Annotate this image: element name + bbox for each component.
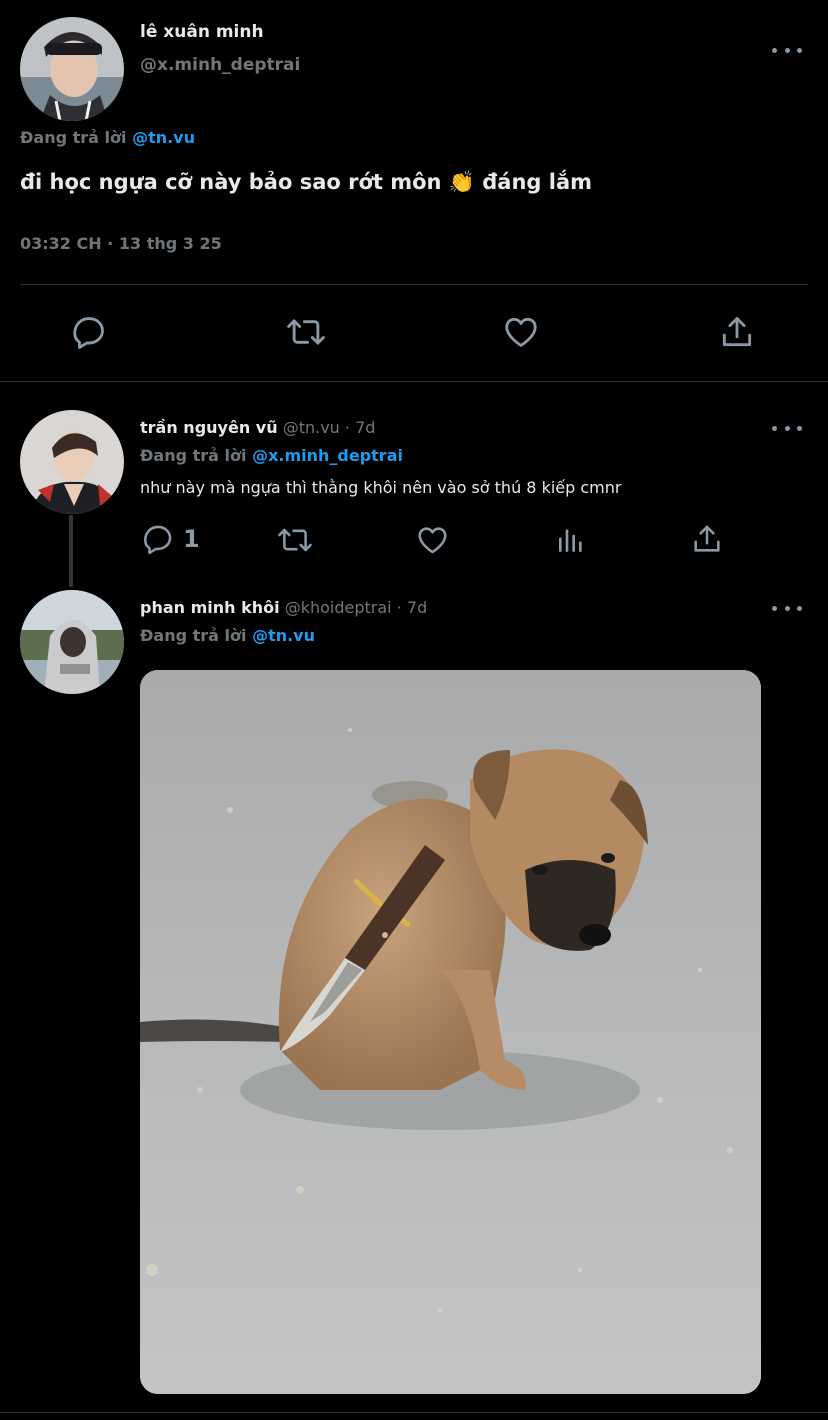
author-name[interactable]: lê xuân minh [140, 22, 264, 42]
reply-1-views-button[interactable] [555, 523, 587, 557]
reply-icon [143, 525, 172, 555]
divider [20, 284, 808, 285]
reply-2-name[interactable]: phan minh khôi [140, 598, 280, 617]
more-icon[interactable] [772, 600, 802, 616]
replying-to-label: Đang trả lời [140, 446, 247, 465]
reply-1-retweet-button[interactable] [276, 523, 314, 557]
avatar-main[interactable] [20, 17, 124, 121]
reply-count: 1 [183, 525, 200, 553]
share-button[interactable] [718, 313, 756, 351]
reply-1-replying-to: Đang trả lời @x.minh_deptrai [140, 446, 403, 465]
share-icon [694, 525, 720, 552]
reply-icon [73, 317, 104, 349]
reply-1-handle[interactable]: @tn.vu [283, 418, 340, 437]
more-icon[interactable] [772, 42, 802, 58]
avatar-reply-1[interactable] [20, 410, 124, 514]
reply-1-header: trần nguyên vũ @tn.vu · 7d [140, 418, 375, 437]
reply-1-share-button[interactable] [690, 522, 724, 556]
retweet-icon [278, 528, 312, 552]
reply-1-reply-button[interactable]: 1 [141, 522, 200, 556]
reply-2-photo[interactable] [140, 670, 761, 1394]
replying-to-link[interactable]: @tn.vu [252, 626, 315, 645]
thread-line [69, 515, 73, 587]
like-button[interactable] [501, 313, 541, 351]
reply-1-age[interactable]: · 7d [345, 418, 376, 437]
author-handle[interactable]: @x.minh_deptrai [140, 55, 300, 75]
replying-to-link[interactable]: @x.minh_deptrai [252, 446, 403, 465]
tweet-timestamp[interactable]: 03:32 CH · 13 thg 3 25 [20, 234, 222, 253]
reply-2-handle[interactable]: @khoideptrai [285, 598, 392, 617]
retweet-icon [287, 319, 325, 345]
reply-2-replying-to: Đang trả lời @tn.vu [140, 626, 315, 645]
share-icon [722, 317, 752, 347]
more-icon[interactable] [772, 420, 802, 436]
bottom-divider [0, 1412, 828, 1413]
replying-to-link[interactable]: @tn.vu [132, 128, 195, 147]
replying-to-label: Đang trả lời [20, 128, 127, 147]
reply-1-text: như này mà ngựa thì thằng khôi nên vào s… [140, 478, 622, 497]
reply-1-name[interactable]: trần nguyên vũ [140, 418, 278, 437]
replying-to: Đang trả lời @tn.vu [20, 128, 195, 147]
reply-button[interactable] [70, 313, 108, 351]
replying-to-label: Đang trả lời [140, 626, 247, 645]
section-divider [0, 381, 828, 382]
puppy-photo [140, 670, 761, 1394]
heart-icon [505, 317, 537, 347]
reply-2-header: phan minh khôi @khoideptrai · 7d [140, 598, 427, 617]
heart-icon [418, 527, 447, 554]
analytics-icon [559, 529, 582, 552]
retweet-button[interactable] [285, 313, 327, 351]
reply-1-like-button[interactable] [415, 523, 450, 557]
avatar-reply-2[interactable] [20, 590, 124, 694]
reply-2-age[interactable]: · 7d [397, 598, 428, 617]
tweet-text: đi học ngựa cỡ này bảo sao rớt môn 👏 đán… [20, 170, 593, 194]
